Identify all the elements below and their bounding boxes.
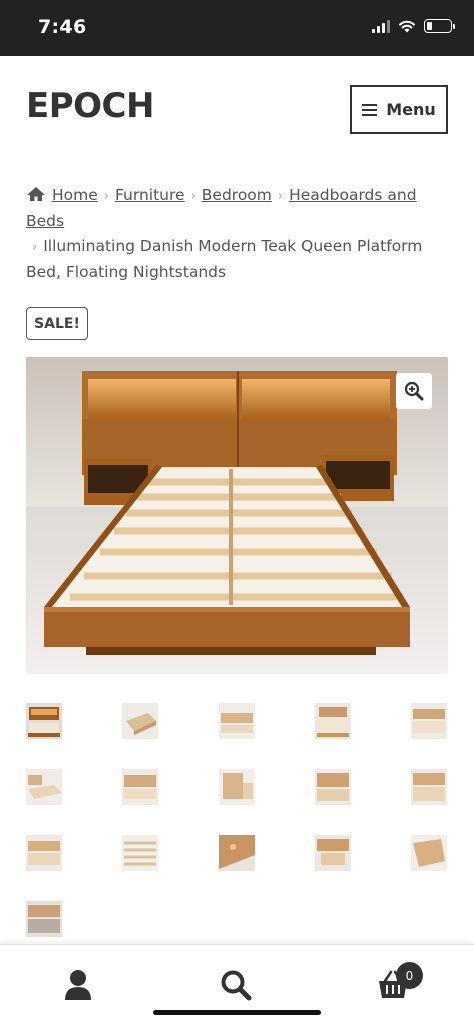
user-icon bbox=[65, 970, 91, 1000]
chevron-right-icon: › bbox=[277, 189, 284, 204]
breadcrumb-current: Illuminating Danish Modern Teak Queen Pl… bbox=[26, 237, 423, 281]
thumbnail-14[interactable] bbox=[315, 835, 351, 871]
battery-icon bbox=[424, 19, 455, 33]
thumbnail-13[interactable] bbox=[219, 835, 255, 871]
thumbnail-8[interactable] bbox=[219, 769, 255, 805]
chevron-right-icon: › bbox=[190, 189, 196, 204]
hamburger-icon bbox=[362, 103, 378, 116]
zoom-button[interactable] bbox=[396, 373, 432, 409]
thumbnail-11[interactable] bbox=[26, 835, 62, 871]
thumbnail-15[interactable] bbox=[411, 835, 447, 871]
thumbnail-4[interactable] bbox=[315, 703, 351, 739]
account-button[interactable] bbox=[56, 963, 100, 1007]
signal-icon bbox=[372, 19, 390, 33]
thumbnail-12[interactable] bbox=[122, 835, 158, 871]
chevron-right-icon: › bbox=[32, 240, 38, 255]
status-icons bbox=[372, 19, 455, 33]
menu-label: Menu bbox=[386, 100, 436, 119]
thumbnail-6[interactable] bbox=[26, 769, 62, 805]
thumbnail-7[interactable] bbox=[122, 769, 158, 805]
product-main-image[interactable] bbox=[26, 357, 448, 674]
thumbnail-9[interactable] bbox=[315, 769, 351, 805]
site-title[interactable]: EPOCH bbox=[26, 86, 154, 126]
breadcrumb-furniture[interactable]: Furniture bbox=[115, 186, 185, 204]
breadcrumb-home[interactable]: Home bbox=[52, 186, 98, 204]
thumbnail-10[interactable] bbox=[411, 769, 447, 805]
status-bar: 7:46 bbox=[0, 0, 474, 56]
thumbnail-1[interactable] bbox=[26, 703, 62, 739]
status-time: 7:46 bbox=[38, 16, 87, 38]
sale-badge: SALE! bbox=[26, 307, 88, 340]
breadcrumb: Home › Furniture › Bedroom › Headboards and Be… bbox=[26, 183, 451, 285]
menu-button[interactable]: Menu bbox=[350, 85, 448, 134]
home-indicator bbox=[153, 1010, 321, 1015]
thumbnail-2[interactable] bbox=[122, 703, 158, 739]
zoom-in-icon bbox=[404, 381, 424, 401]
thumbnail-5[interactable] bbox=[411, 703, 447, 739]
search-button[interactable] bbox=[214, 963, 258, 1007]
cart-count-badge: 0 bbox=[396, 962, 423, 989]
chevron-right-icon: › bbox=[103, 189, 109, 204]
home-icon bbox=[27, 187, 45, 201]
wifi-icon bbox=[399, 20, 415, 33]
search-icon bbox=[221, 970, 252, 1001]
thumbnail-16[interactable] bbox=[26, 901, 62, 937]
breadcrumb-bedroom[interactable]: Bedroom bbox=[202, 186, 272, 204]
thumbnail-3[interactable] bbox=[219, 703, 255, 739]
